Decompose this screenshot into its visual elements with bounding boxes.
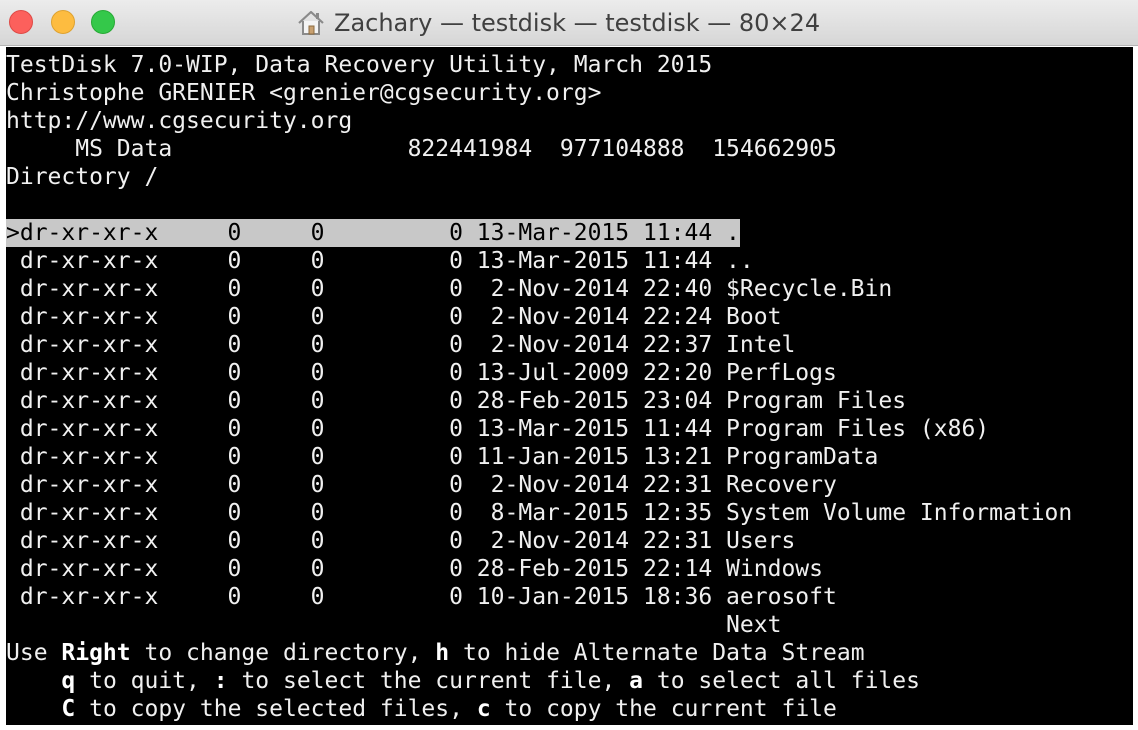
directory-entry[interactable]: dr-xr-xr-x 0 0 0 13-Jul-2009 22:20 PerfL…: [6, 359, 837, 387]
help-key: q: [61, 668, 76, 694]
help-text: to select the current file,: [227, 668, 630, 694]
help-line: q to quit, : to select the current file,…: [6, 667, 920, 695]
help-text: to copy the current file: [490, 696, 837, 722]
help-key: c: [476, 696, 491, 722]
header-line: http://www.cgsecurity.org: [6, 108, 353, 134]
directory-entry[interactable]: dr-xr-xr-x 0 0 0 2-Nov-2014 22:37 Intel: [6, 331, 795, 359]
directory-entry[interactable]: dr-xr-xr-x 0 0 0 11-Jan-2015 13:21 Progr…: [6, 443, 879, 471]
directory-entry[interactable]: dr-xr-xr-x 0 0 0 10-Jan-2015 18:36 aeros…: [6, 583, 837, 611]
terminal-window: Zachary — testdisk — testdisk — 80×24 Te…: [0, 0, 1138, 730]
terminal-screen[interactable]: TestDisk 7.0-WIP, Data Recovery Utility,…: [6, 47, 1133, 725]
title-bar[interactable]: Zachary — testdisk — testdisk — 80×24: [0, 0, 1138, 46]
header-line: Christophe GRENIER <grenier@cgsecurity.o…: [6, 80, 602, 106]
directory-entry[interactable]: dr-xr-xr-x 0 0 0 28-Feb-2015 23:04 Progr…: [6, 387, 906, 415]
help-text: to quit,: [75, 668, 214, 694]
minimize-button[interactable]: [51, 10, 75, 34]
help-text: to hide Alternate Data Stream: [449, 640, 865, 666]
partition-info-line: MS Data 822441984 977104888 154662905: [6, 136, 837, 162]
help-key: C: [61, 696, 76, 722]
help-text: to select all files: [643, 668, 920, 694]
home-icon: [298, 10, 324, 35]
help-text: [6, 668, 61, 694]
help-key: h: [435, 640, 450, 666]
header-line: TestDisk 7.0-WIP, Data Recovery Utility,…: [6, 52, 713, 78]
help-line: Use Right to change directory, h to hide…: [6, 639, 865, 667]
directory-entry[interactable]: dr-xr-xr-x 0 0 0 8-Mar-2015 12:35 System…: [6, 499, 1072, 527]
directory-entry-selected[interactable]: >dr-xr-xr-x 0 0 0 13-Mar-2015 11:44 .: [6, 219, 740, 247]
help-key: a: [629, 668, 644, 694]
window-title-group: Zachary — testdisk — testdisk — 80×24: [296, 6, 820, 40]
close-button[interactable]: [9, 10, 33, 34]
help-key: :: [213, 668, 228, 694]
directory-entry[interactable]: dr-xr-xr-x 0 0 0 13-Mar-2015 11:44 Progr…: [6, 415, 989, 443]
directory-entry[interactable]: dr-xr-xr-x 0 0 0 2-Nov-2014 22:31 Users: [6, 527, 795, 555]
help-key: Right: [61, 640, 131, 666]
help-text: [6, 696, 61, 722]
help-text: Use: [6, 640, 62, 666]
directory-entry[interactable]: dr-xr-xr-x 0 0 0 13-Mar-2015 11:44 ..: [6, 247, 754, 275]
help-text: to change directory,: [130, 640, 436, 666]
window-title: Zachary — testdisk — testdisk — 80×24: [334, 9, 821, 37]
directory-entry[interactable]: dr-xr-xr-x 0 0 0 2-Nov-2014 22:31 Recove…: [6, 471, 837, 499]
current-directory: Directory /: [6, 164, 159, 190]
help-line: C to copy the selected files, c to copy …: [6, 695, 837, 723]
directory-entry[interactable]: dr-xr-xr-x 0 0 0 28-Feb-2015 22:14 Windo…: [6, 555, 823, 583]
directory-entry[interactable]: dr-xr-xr-x 0 0 0 2-Nov-2014 22:24 Boot: [6, 303, 782, 331]
directory-entry[interactable]: dr-xr-xr-x 0 0 0 2-Nov-2014 22:40 $Recyc…: [6, 275, 892, 303]
zoom-button[interactable]: [91, 10, 115, 34]
help-text: to copy the selected files,: [75, 696, 477, 722]
next-page-indicator[interactable]: Next: [6, 611, 781, 639]
